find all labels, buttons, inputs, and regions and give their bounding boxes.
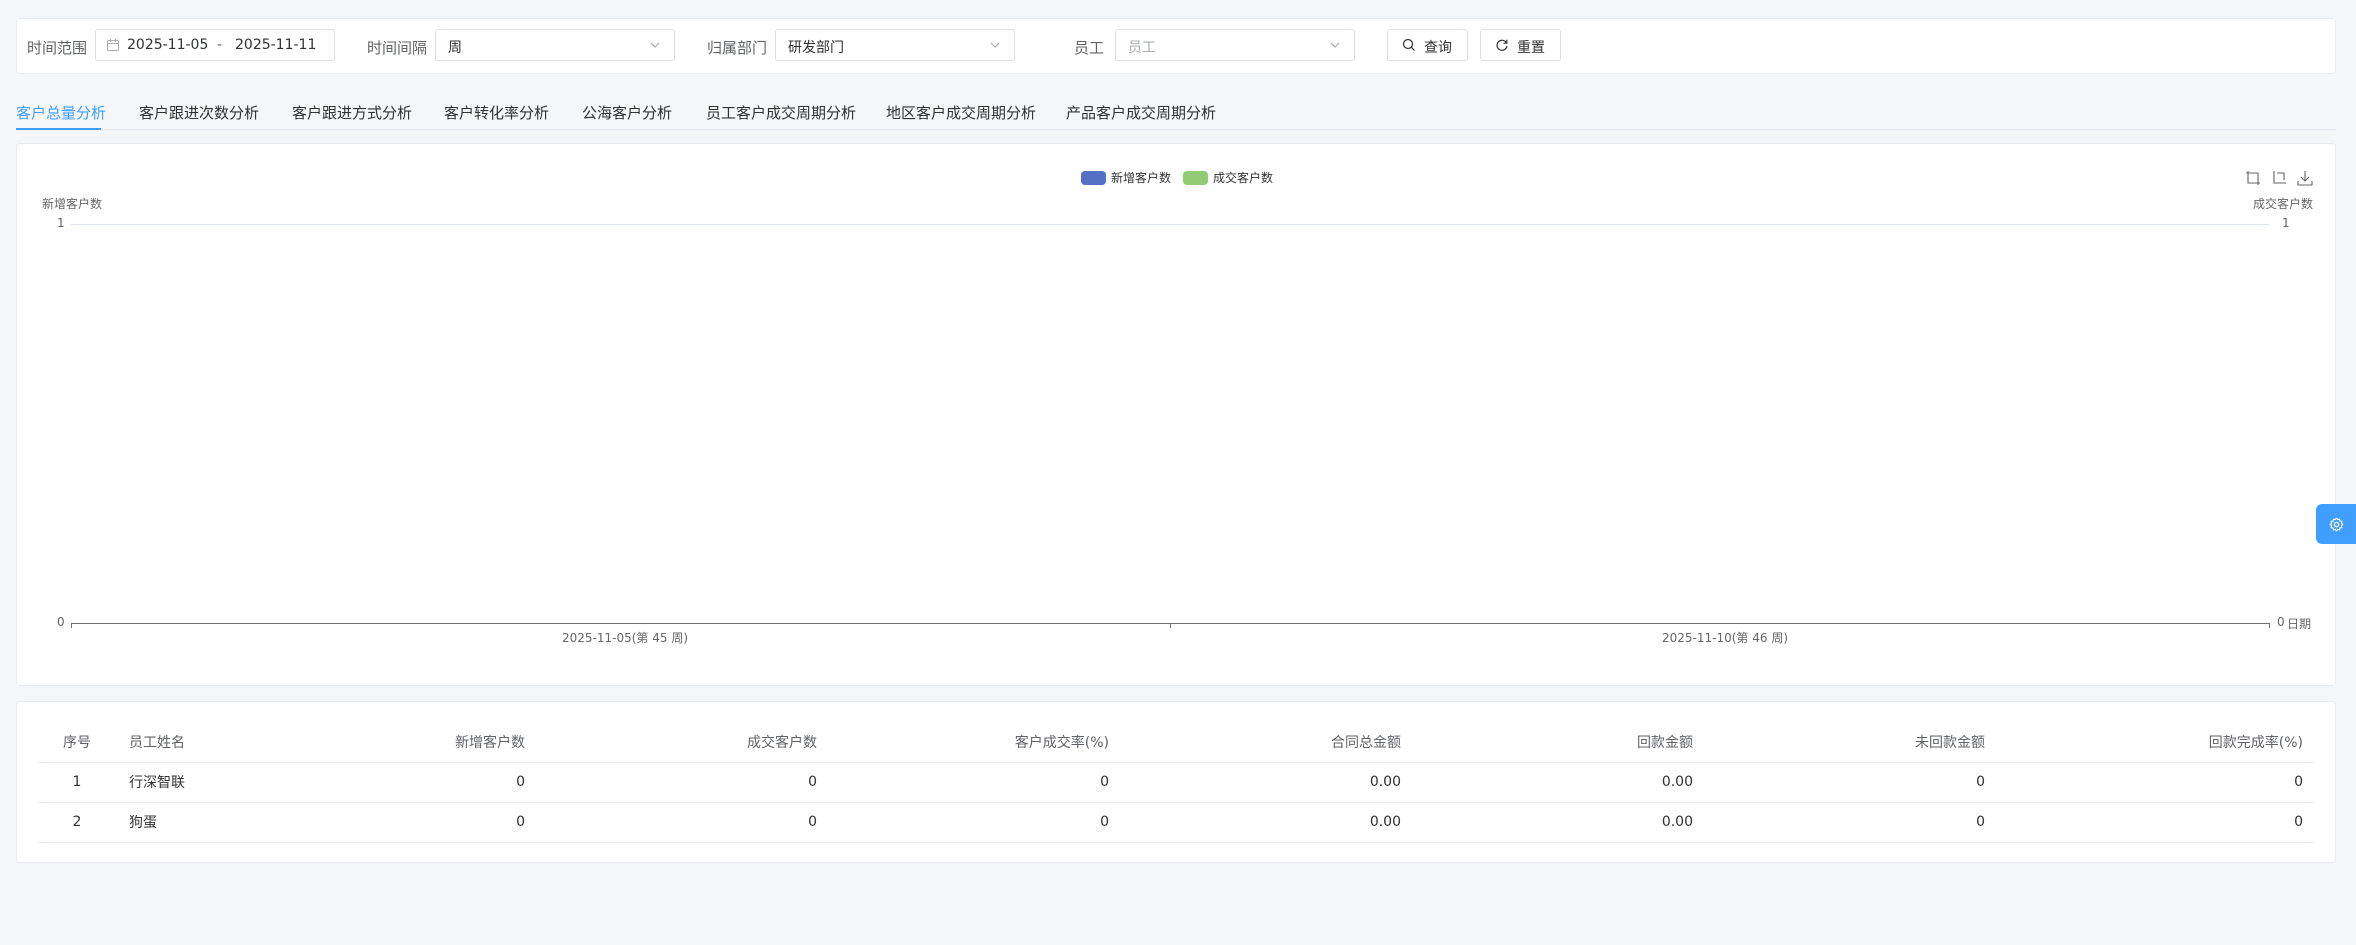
stats-table-panel: 序号 员工姓名 新增客户数 成交客户数 客户成交率(%) 合同总金额 回款金额 … [16, 701, 2336, 863]
date-separator: - [217, 37, 223, 53]
col-deal-customers: 成交客户数 [537, 722, 829, 763]
cell-contract-total: 0.00 [1121, 802, 1413, 843]
date-range-picker[interactable]: 2025-11-05 - 2025-11-11 [95, 29, 335, 61]
stats-table: 序号 员工姓名 新增客户数 成交客户数 客户成交率(%) 合同总金额 回款金额 … [37, 722, 2315, 843]
col-employee-name: 员工姓名 [117, 722, 327, 763]
table-row: 2 狗蛋 0 0 0 0.00 0.00 0 0 [37, 802, 2315, 843]
tab-employee-cycle[interactable]: 员工客户成交周期分析 [706, 102, 856, 123]
cell-deal-rate: 0 [829, 802, 1121, 843]
cell-payment-outstanding: 0 [1705, 762, 1997, 803]
table-row: 1 行深智联 0 0 0 0.00 0.00 0 0 [37, 762, 2315, 803]
tab-public-pool[interactable]: 公海客户分析 [582, 102, 672, 123]
cell-payment-received: 0.00 [1413, 802, 1705, 843]
employee-label: 员工 [1074, 39, 1105, 57]
tab-followup-count[interactable]: 客户跟进次数分析 [139, 102, 259, 123]
employee-placeholder: 员工 [1128, 40, 1156, 56]
chevron-down-icon [1330, 42, 1340, 48]
department-label: 归属部门 [707, 39, 768, 57]
start-date-input[interactable]: 2025-11-05 [127, 37, 208, 53]
interval-select[interactable]: 周 [435, 29, 675, 61]
active-tab-indicator [16, 128, 101, 130]
chevron-down-icon [990, 42, 1000, 48]
cell-payment-received: 0.00 [1413, 762, 1705, 803]
employee-select[interactable]: 员工 [1115, 29, 1355, 61]
tab-customer-total[interactable]: 客户总量分析 [16, 102, 106, 123]
time-range-label: 时间范围 [27, 39, 88, 57]
end-date-input[interactable]: 2025-11-11 [235, 37, 316, 53]
col-new-customers: 新增客户数 [327, 722, 537, 763]
cell-payment-rate: 0 [1997, 762, 2315, 803]
cell-deal-customers: 0 [537, 762, 829, 803]
tab-region-cycle[interactable]: 地区客户成交周期分析 [886, 102, 1036, 123]
cell-deal-rate: 0 [829, 762, 1121, 803]
refresh-icon [1496, 39, 1508, 51]
gear-icon [2329, 517, 2344, 532]
tab-product-cycle[interactable]: 产品客户成交周期分析 [1066, 102, 1216, 123]
col-payment-outstanding: 未回款金额 [1705, 722, 1997, 763]
chart-plot [71, 224, 2270, 628]
filter-bar: 时间范围 2025-11-05 - 2025-11-11 时间间隔 周 归属部门… [16, 18, 2336, 74]
cell-index: 2 [37, 802, 117, 843]
search-icon [1402, 38, 1415, 51]
col-deal-rate: 客户成交率(%) [829, 722, 1121, 763]
reset-button-label: 重置 [1517, 40, 1545, 56]
settings-button[interactable] [2316, 504, 2356, 544]
cell-payment-outstanding: 0 [1705, 802, 1997, 843]
col-payment-rate: 回款完成率(%) [1997, 722, 2315, 763]
cell-contract-total: 0.00 [1121, 762, 1413, 803]
interval-value: 周 [448, 40, 462, 56]
col-payment-received: 回款金额 [1413, 722, 1705, 763]
col-contract-total: 合同总金额 [1121, 722, 1413, 763]
tab-conversion-rate[interactable]: 客户转化率分析 [444, 102, 549, 123]
chevron-down-icon [650, 42, 660, 48]
department-select[interactable]: 研发部门 [775, 29, 1015, 61]
cell-payment-rate: 0 [1997, 802, 2315, 843]
query-button-label: 查询 [1424, 40, 1452, 56]
cell-new-customers: 0 [327, 802, 537, 843]
chart-panel: 新增客户数 成交客户数 新增客户数 成交客户数 1 0 1 0 日期 2025-… [16, 143, 2336, 686]
reset-button[interactable]: 重置 [1480, 29, 1561, 61]
cell-index: 1 [37, 762, 117, 803]
interval-label: 时间间隔 [367, 39, 428, 57]
cell-employee-name: 行深智联 [117, 762, 327, 803]
tab-followup-method[interactable]: 客户跟进方式分析 [292, 102, 412, 123]
calendar-icon [107, 39, 119, 51]
cell-deal-customers: 0 [537, 802, 829, 843]
cell-new-customers: 0 [327, 762, 537, 803]
query-button[interactable]: 查询 [1387, 29, 1468, 61]
analysis-tabs: 客户总量分析 客户跟进次数分析 客户跟进方式分析 客户转化率分析 公海客户分析 … [16, 96, 2336, 130]
cell-employee-name: 狗蛋 [117, 802, 327, 843]
department-value: 研发部门 [788, 40, 844, 56]
col-index: 序号 [37, 722, 117, 763]
table-header-row: 序号 员工姓名 新增客户数 成交客户数 客户成交率(%) 合同总金额 回款金额 … [37, 722, 2315, 763]
